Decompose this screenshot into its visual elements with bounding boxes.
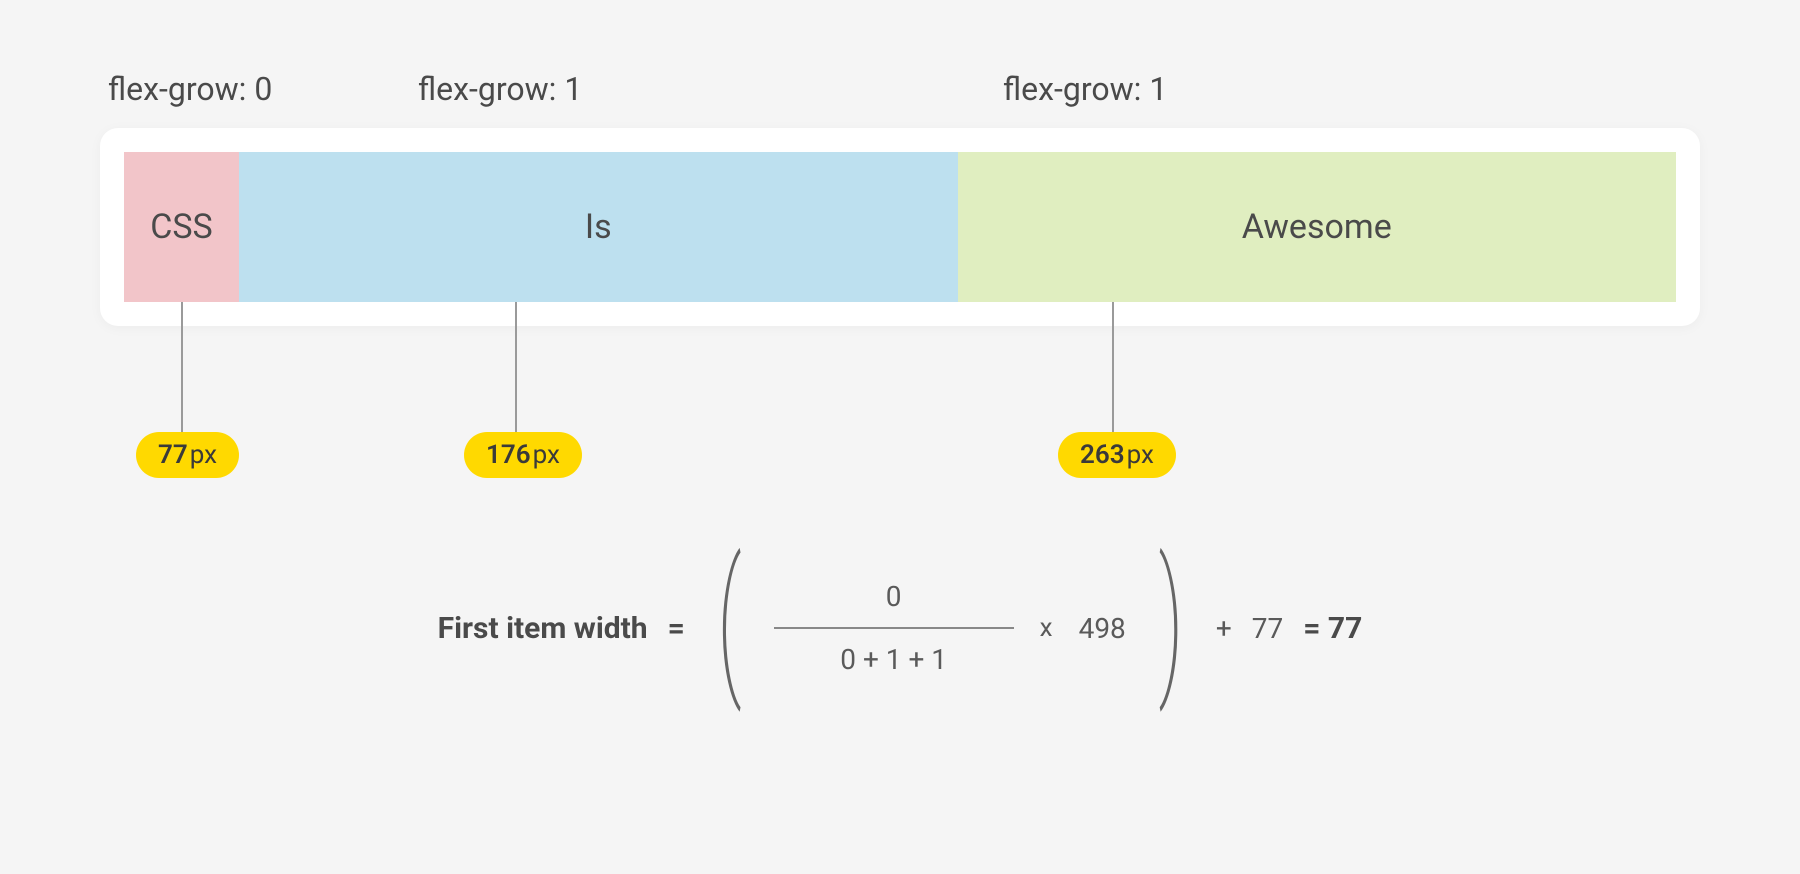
connector-line-1 [181,302,183,432]
flex-grow-label-1: flex-grow: 0 [108,70,272,108]
multiply-sign: x [1040,613,1053,643]
width-value: 263 [1080,440,1125,470]
equation-fraction: 0 0 + 1 + 1 [774,580,1014,676]
equals-sign: = [668,611,685,646]
equation-addend: 77 [1252,612,1283,645]
width-value: 77 [158,440,188,470]
equation-row: First item width = ( 0 0 + 1 + 1 x 498 )… [0,580,1800,676]
width-pill-1: 77 px [136,432,239,478]
flex-grow-label-2: flex-grow: 1 [418,70,582,108]
fraction-numerator: 0 [886,580,902,613]
width-unit: px [533,440,560,470]
width-unit: px [1127,440,1154,470]
flex-item-is: Is [239,152,958,302]
equation-result: = 77 [1303,611,1362,646]
equation-label: First item width [438,611,648,646]
connector-line-3 [1112,302,1114,432]
width-pill-3: 263 px [1058,432,1176,478]
flex-grow-label-3: flex-grow: 1 [1003,70,1167,108]
fraction-denominator: 0 + 1 + 1 [840,643,947,676]
flex-container: CSS Is Awesome [100,128,1700,326]
width-unit: px [190,440,217,470]
width-pill-2: 176 px [464,432,582,478]
connector-line-2 [515,302,517,432]
plus-sign: + [1216,612,1232,645]
flex-item-awesome: Awesome [958,152,1677,302]
width-value: 176 [486,440,531,470]
flex-item-css: CSS [124,152,239,302]
equation-multiplier: 498 [1079,612,1126,645]
fraction-line [774,627,1014,629]
